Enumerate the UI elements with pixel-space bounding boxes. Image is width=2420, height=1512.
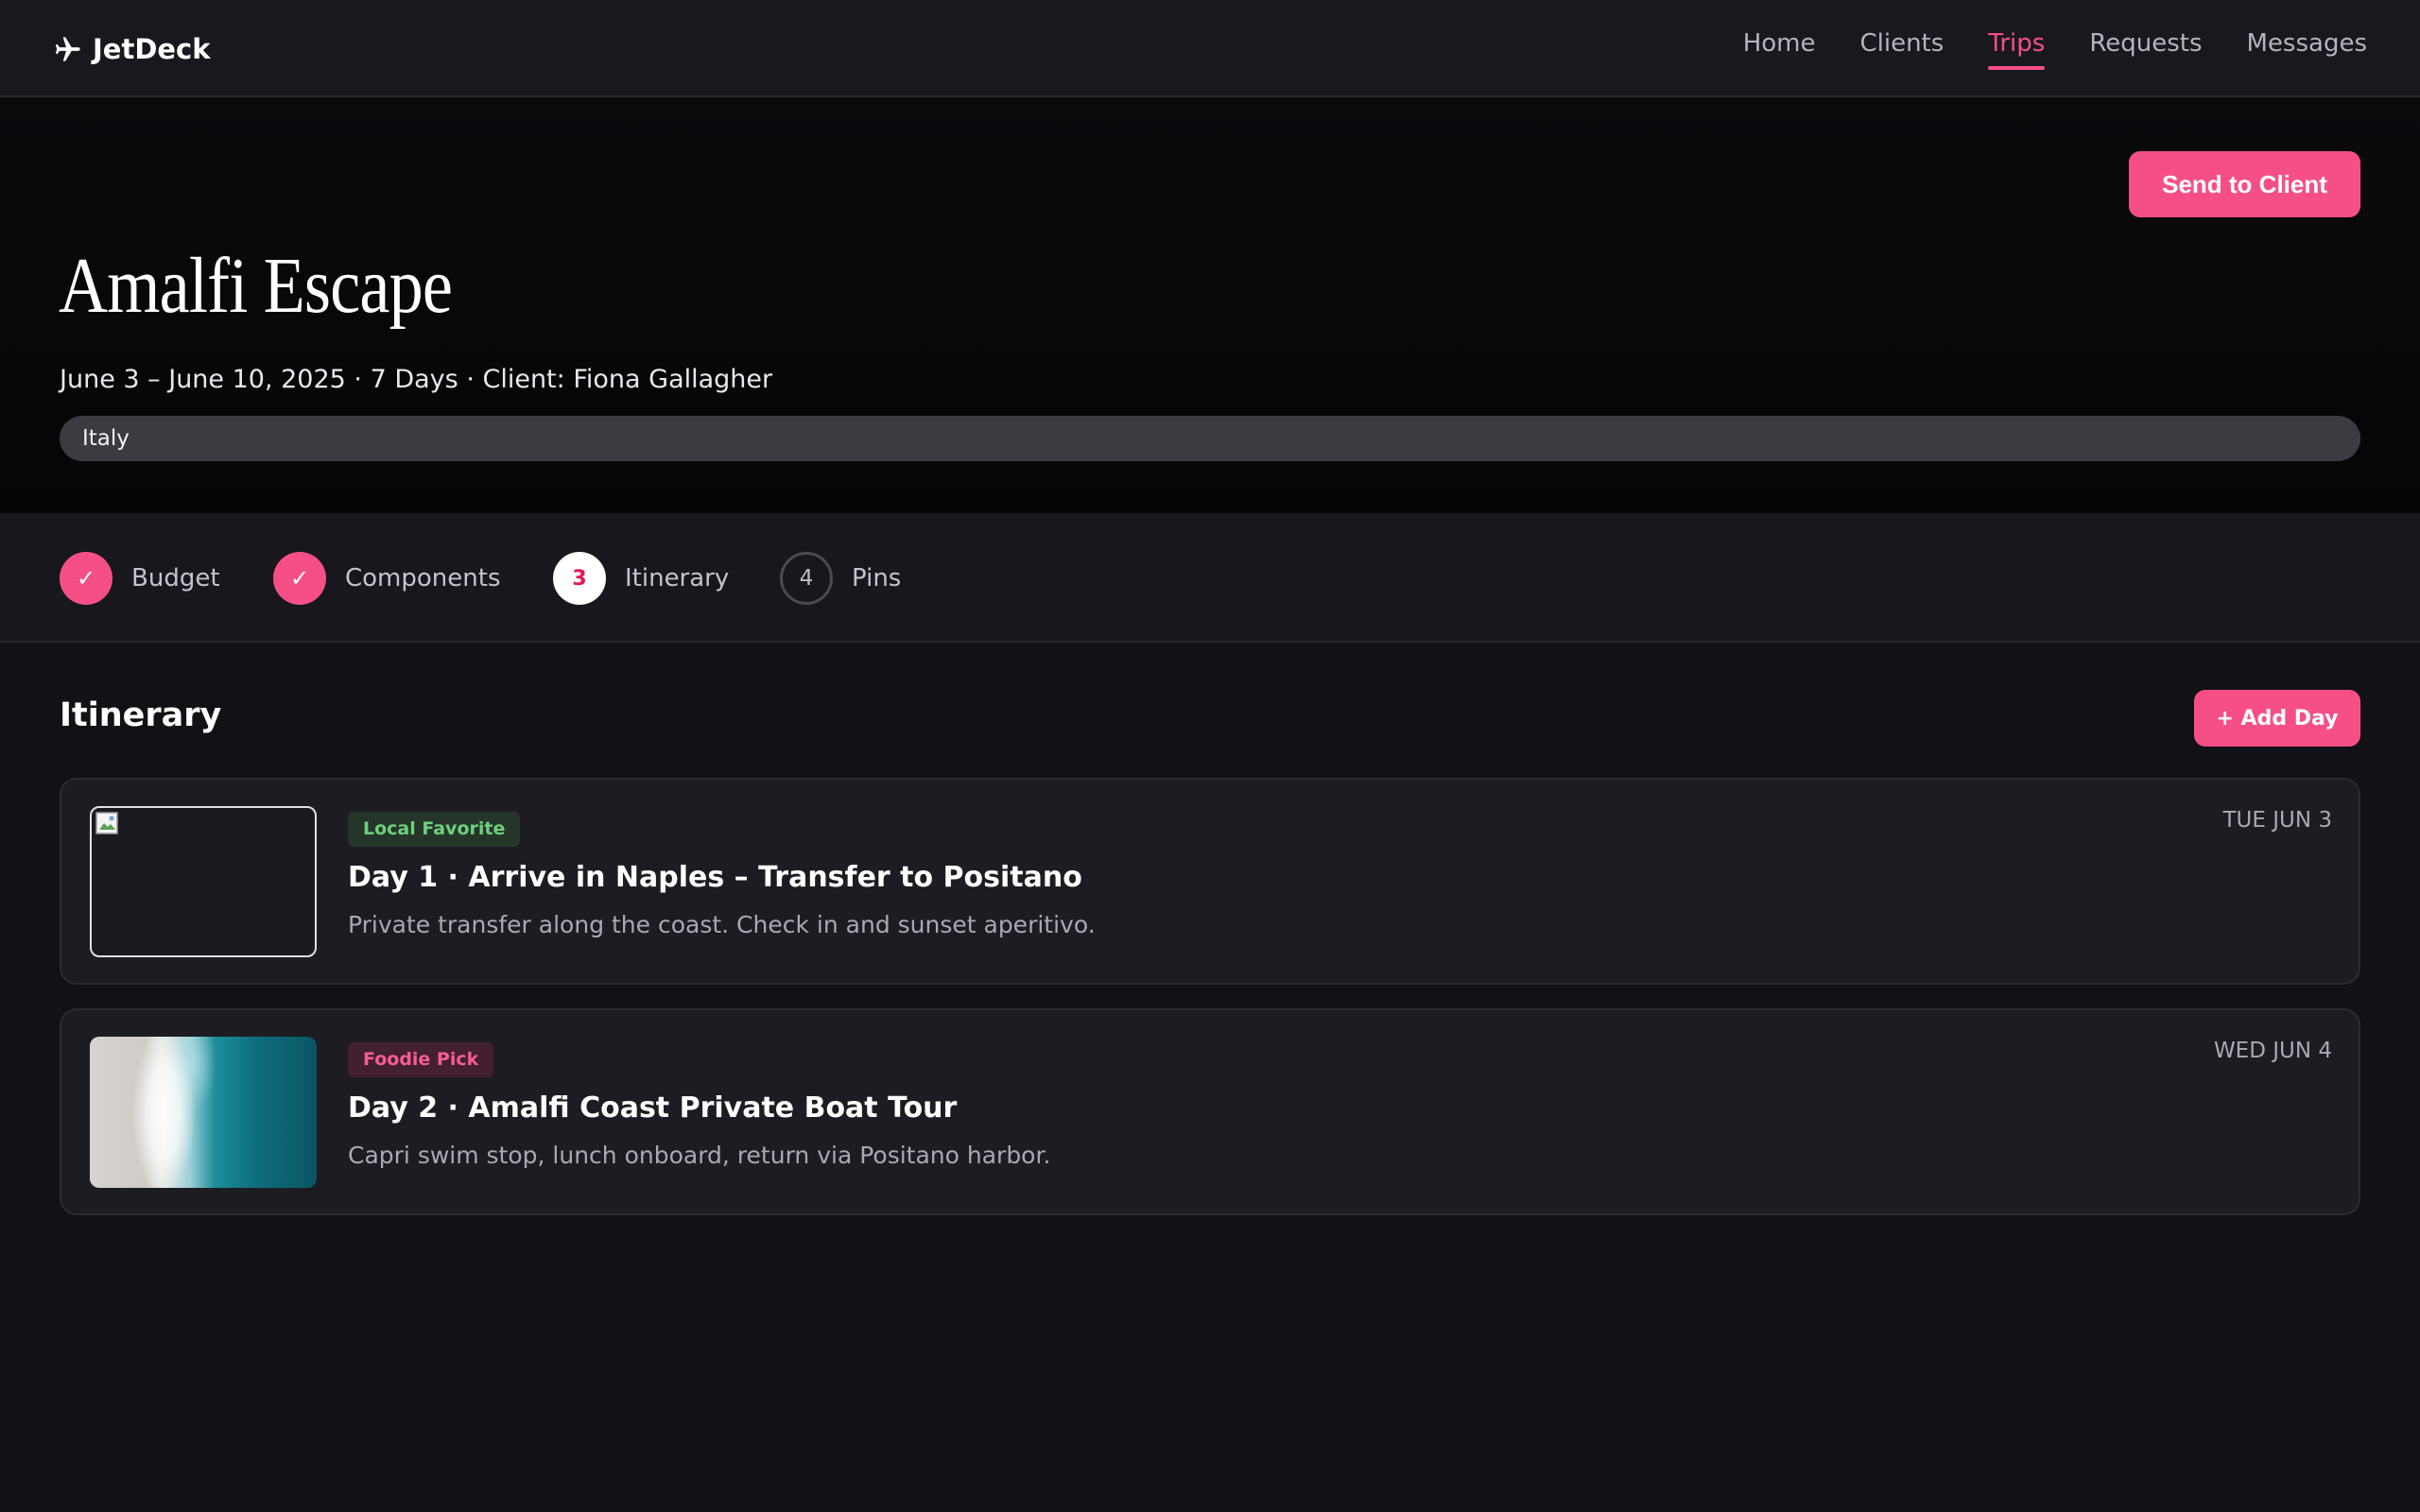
check-icon: ✓ <box>273 552 326 605</box>
day-title: Day 1 · Arrive in Naples – Transfer to P… <box>348 861 1082 894</box>
nav-messages[interactable]: Messages <box>2247 25 2368 68</box>
day-card[interactable]: Foodie Pick Day 2 · Amalfi Coast Private… <box>60 1008 2360 1215</box>
region-tag: Italy <box>60 416 2360 461</box>
brand-logo[interactable]: JetDeck <box>53 28 211 70</box>
trip-stepper: ✓ Budget ✓ Components 3 Itinerary 4 Pins <box>0 513 2420 643</box>
aerial-ocean-photo <box>90 1037 317 1188</box>
day-description: Private transfer along the coast. Check … <box>348 911 1096 938</box>
send-to-client-button[interactable]: Send to Client <box>2129 151 2360 217</box>
step-label: Components <box>345 564 501 593</box>
step-budget[interactable]: ✓ Budget <box>60 552 220 605</box>
day-title: Day 2 · Amalfi Coast Private Boat Tour <box>348 1091 958 1125</box>
step-number: 4 <box>780 552 833 605</box>
trip-title: Amalfi Escape <box>59 242 453 330</box>
step-label: Itinerary <box>625 564 730 593</box>
add-day-button[interactable]: + Add Day <box>2194 690 2360 747</box>
nav-requests[interactable]: Requests <box>2089 25 2202 68</box>
day-date: WED JUN 4 <box>2213 1039 2332 1063</box>
brand-name: JetDeck <box>93 33 211 65</box>
day-tag: Local Favorite <box>348 812 521 847</box>
day-description: Capri swim stop, lunch onboard, return v… <box>348 1142 1051 1169</box>
step-components[interactable]: ✓ Components <box>273 552 501 605</box>
day-image <box>90 806 317 957</box>
trip-meta: June 3 – June 10, 2025 · 7 Days · Client… <box>60 365 773 394</box>
step-label: Budget <box>131 564 220 593</box>
main-nav: Home Clients Trips Requests Messages <box>1699 25 2368 70</box>
broken-image-icon <box>95 812 118 834</box>
step-pins[interactable]: 4 Pins <box>780 552 901 605</box>
step-itinerary[interactable]: 3 Itinerary <box>553 552 729 605</box>
step-number: 3 <box>553 552 606 605</box>
day-date: TUE JUN 3 <box>2222 808 2333 833</box>
top-nav: JetDeck Home Clients Trips Requests Mess… <box>0 0 2420 97</box>
check-icon: ✓ <box>60 552 112 605</box>
airplane-icon <box>55 37 80 61</box>
nav-clients[interactable]: Clients <box>1859 25 1944 68</box>
trip-hero: Send to Client Amalfi Escape June 3 – Ju… <box>0 97 2420 513</box>
day-card[interactable]: Local Favorite Day 1 · Arrive in Naples … <box>60 778 2360 985</box>
itinerary-heading: Itinerary <box>60 696 222 734</box>
step-label: Pins <box>852 564 902 593</box>
nav-trips[interactable]: Trips <box>1988 25 2046 70</box>
day-tag: Foodie Pick <box>348 1042 494 1077</box>
nav-home[interactable]: Home <box>1743 25 1816 68</box>
